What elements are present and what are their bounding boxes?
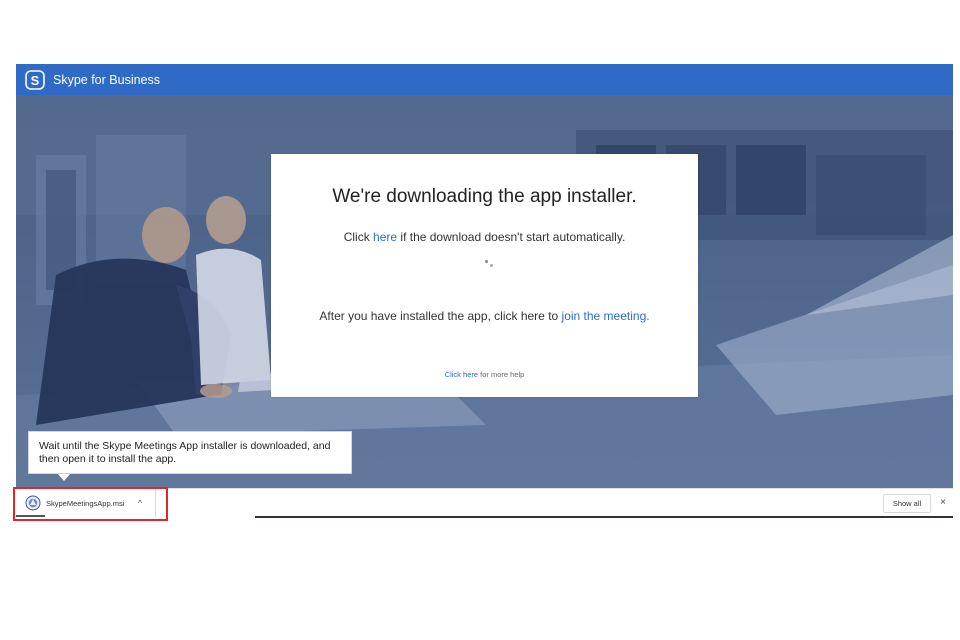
install-hint-tooltip: Wait until the Skype Meetings App instal… xyxy=(28,431,352,474)
highlight-annotation-box xyxy=(13,487,168,521)
loading-spinner-icon xyxy=(483,259,495,269)
skype-header-bar: S Skype for Business xyxy=(16,64,953,95)
app-title: Skype for Business xyxy=(53,72,160,87)
help-text: Click here for more help xyxy=(271,370,698,379)
close-icon[interactable]: × xyxy=(936,495,950,511)
manual-download-prefix: Click xyxy=(343,230,374,244)
window-bottom-edge xyxy=(255,516,953,518)
help-suffix: for more help xyxy=(478,370,525,379)
manual-download-suffix: if the download doesn't start automatica… xyxy=(397,230,626,244)
dialog-title: We're downloading the app installer. xyxy=(332,186,637,207)
join-meeting-text: After you have installed the app, click … xyxy=(271,309,698,323)
show-all-button[interactable]: Show all xyxy=(883,494,931,513)
manual-download-link[interactable]: here xyxy=(373,230,397,244)
tooltip-arrow xyxy=(58,474,70,481)
skype-logo-icon: S xyxy=(25,69,45,90)
help-link[interactable]: Click here xyxy=(445,370,478,379)
manual-download-text: Click here if the download doesn't start… xyxy=(271,230,698,244)
svg-text:S: S xyxy=(31,73,40,88)
background-photo: We're downloading the app installer. Cli… xyxy=(16,95,953,488)
join-meeting-prefix: After you have installed the app, click … xyxy=(319,309,562,323)
join-meeting-link[interactable]: join the meeting. xyxy=(562,309,650,323)
download-dialog: We're downloading the app installer. Cli… xyxy=(271,154,698,397)
